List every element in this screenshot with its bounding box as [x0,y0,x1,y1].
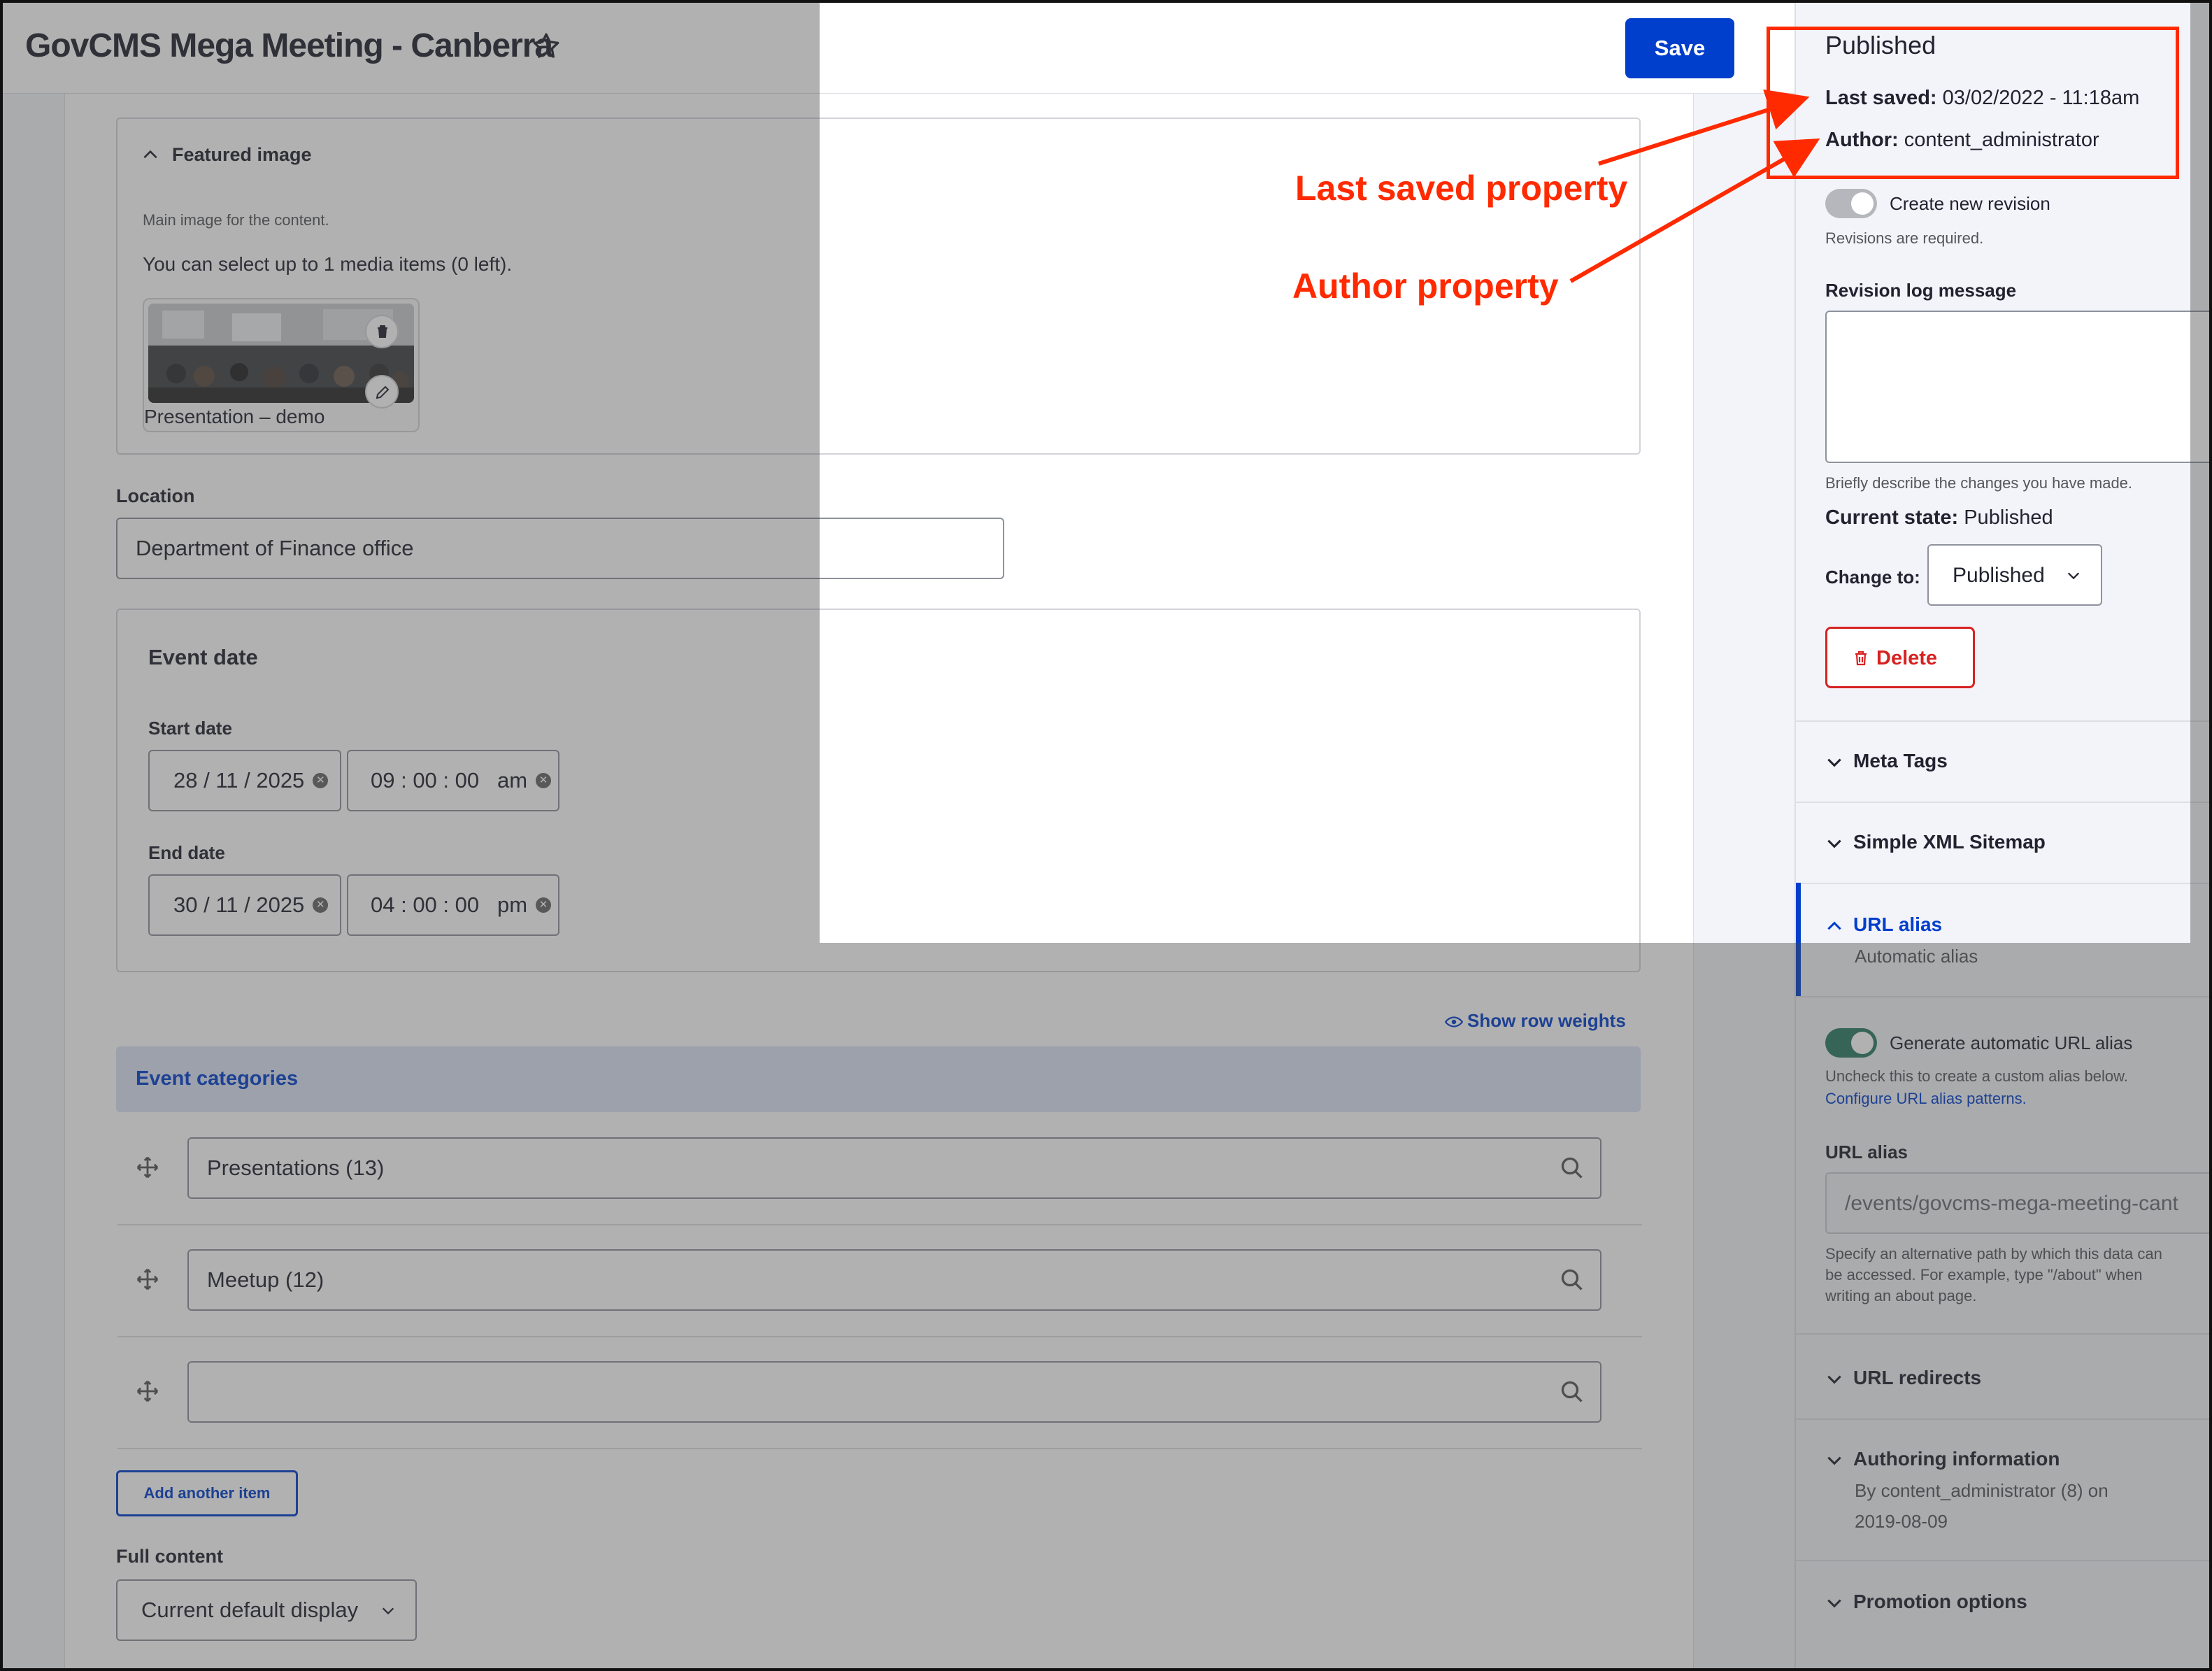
dim-overlay [820,943,1794,1668]
delete-label: Delete [1876,647,1938,669]
meta-tags-toggle[interactable]: Meta Tags [1825,750,1948,772]
current-state-row: Current state: Published [1825,506,2053,529]
create-revision-label: Create new revision [1890,193,2050,214]
section-divider [1796,802,2209,803]
delete-button[interactable]: Delete [1825,627,1975,688]
current-state-value: Published [1964,506,2053,529]
section-divider [1796,883,2209,884]
annotation-author: Author property [1292,266,1559,306]
sitemap-label: Simple XML Sitemap [1853,831,2046,853]
trash-icon [1855,650,1867,666]
revisions-required-text: Revisions are required. [1825,229,1984,247]
current-state-label: Current state: [1825,506,1959,529]
revision-log-textarea[interactable] [1825,311,2209,463]
meta-tags-label: Meta Tags [1853,750,1948,771]
change-to-select[interactable]: Published [1927,544,2102,606]
chevron-down-icon [1827,839,1841,848]
main-content-area: GovCMS Mega Meeting - Canberra Save Feat… [3,3,1794,1668]
revision-log-help: Briefly describe the changes you have ma… [1825,474,2133,492]
url-alias-heading: URL alias [1853,913,1943,935]
create-revision-toggle[interactable] [1825,189,1877,218]
revision-log-label: Revision log message [1825,280,2017,301]
annotation-arrows [1569,89,1820,283]
url-alias-toggle[interactable]: URL alias [1825,913,1942,936]
save-button[interactable]: Save [1625,18,1734,78]
chevron-down-icon [2067,572,2080,580]
section-divider [1796,720,2209,722]
dim-overlay [2190,3,2209,943]
arrow-author [1569,138,1820,283]
change-to-value: Published [1953,564,2045,587]
annotation-highlight-box [1767,27,2179,179]
sitemap-toggle[interactable]: Simple XML Sitemap [1825,831,2046,853]
arrow-last-saved [1598,89,1810,166]
change-to-label: Change to: [1825,567,1920,588]
dim-overlay [3,3,820,1668]
screenshot-frame: GovCMS Mega Meeting - Canberra Save Feat… [0,0,2212,1671]
dim-overlay [1794,943,2209,1668]
chevron-up-icon [1827,921,1841,930]
chevron-down-icon [1827,758,1841,767]
